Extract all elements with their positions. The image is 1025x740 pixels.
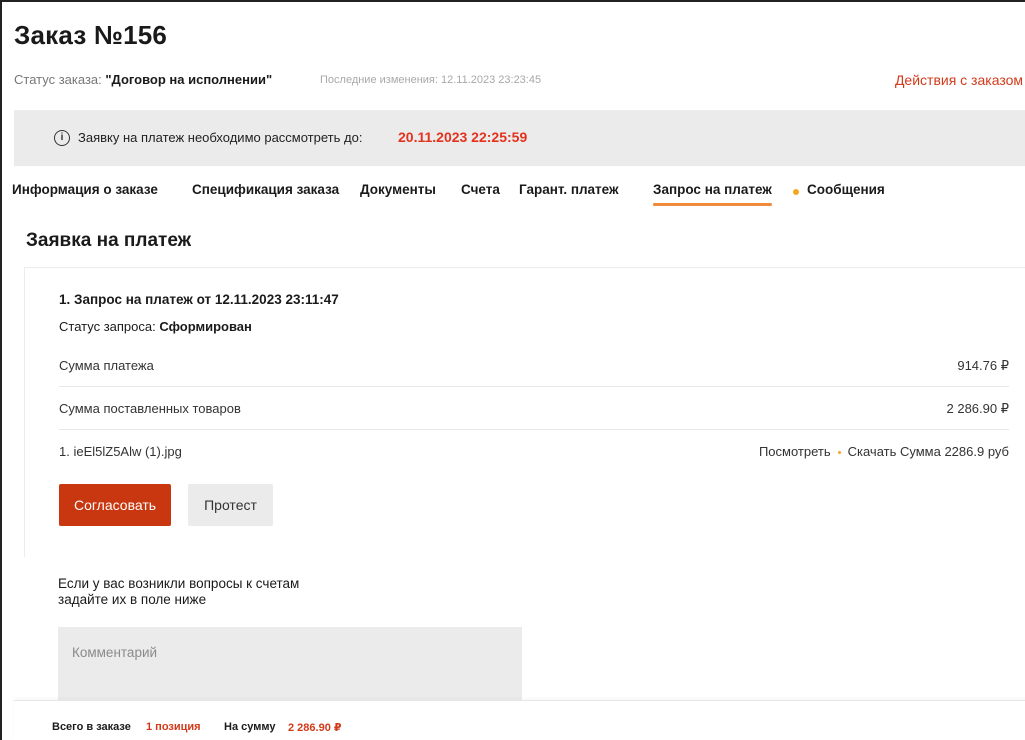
tab-documents[interactable]: Документы xyxy=(360,182,436,197)
separator-dot-icon xyxy=(837,451,841,455)
questions-hint: Если у вас возникли вопросы к счетам зад… xyxy=(58,576,358,608)
deadline-notice: i Заявку на платеж необходимо рассмотрет… xyxy=(14,110,1025,166)
file-row: 1. ieEl5lZ5Alw (1).jpg Посмотреть Скачать… xyxy=(59,430,1009,473)
order-status: Статус заказа: "Договор на исполнении" xyxy=(14,72,272,87)
payment-sum-row: Сумма платежа 914.76 ₽ xyxy=(59,344,1009,387)
last-changes: Последние изменения: 12.11.2023 23:23:45 xyxy=(320,74,541,86)
payment-sum-label: Сумма платежа xyxy=(59,358,154,373)
delivered-sum-label: Сумма поставленных товаров xyxy=(59,401,241,416)
questions-hint-line2: задайте их в поле ниже xyxy=(58,592,207,607)
section-title: Заявка на платеж xyxy=(26,230,192,251)
order-status-label: Статус заказа: xyxy=(14,72,106,87)
order-status-value: "Договор на исполнении" xyxy=(105,72,273,87)
questions-hint-line1: Если у вас возникли вопросы к счетам xyxy=(58,576,300,591)
order-tabs: Информация о заказе Спецификация заказа … xyxy=(2,172,1025,212)
last-changes-value: 12.11.2023 23:23:45 xyxy=(440,74,542,86)
messages-indicator-dot xyxy=(793,189,799,195)
sum-value: 2 286.90 ₽ xyxy=(288,722,342,734)
page-title: Заказ №156 xyxy=(14,20,168,50)
tab-invoices[interactable]: Счета xyxy=(461,182,500,197)
tab-guarantee-payment[interactable]: Гарант. платеж xyxy=(519,182,619,197)
request-status-value: Сформирован xyxy=(159,319,252,334)
sum-label: На сумму xyxy=(224,721,276,733)
request-status-label: Статус запроса: xyxy=(59,319,160,334)
view-file-link[interactable]: Посмотреть xyxy=(759,444,831,459)
payment-request-card: 1. Запрос на платеж от 12.11.2023 23:11:… xyxy=(24,267,1025,557)
tab-order-info[interactable]: Информация о заказе xyxy=(12,182,158,197)
delivered-sum-value: 2 286.90 ₽ xyxy=(946,401,1010,416)
info-icon: i xyxy=(54,130,70,146)
approve-button[interactable]: Согласовать xyxy=(59,484,171,526)
payment-sum-value: 914.76 ₽ xyxy=(957,358,1009,373)
tab-messages[interactable]: Сообщения xyxy=(807,182,885,197)
protest-button[interactable]: Протест xyxy=(188,484,273,526)
notice-deadline: 20.11.2023 22:25:59 xyxy=(398,129,528,145)
notice-text: Заявку на платеж необходимо рассмотреть … xyxy=(78,130,363,145)
order-actions-link[interactable]: Действия с заказом xyxy=(895,72,1023,88)
order-page: Заказ №156 Статус заказа: "Договор на ис… xyxy=(0,0,1025,740)
order-summary-footer: Всего в заказе 1 позиция На сумму 2 286.… xyxy=(14,700,1025,740)
file-actions: Посмотреть Скачать Сумма 2286.9 руб xyxy=(759,444,1009,459)
request-title: 1. Запрос на платеж от 12.11.2023 23:11:… xyxy=(59,292,339,307)
file-name: 1. ieEl5lZ5Alw (1).jpg xyxy=(59,444,182,459)
file-sum: Сумма 2286.9 руб xyxy=(899,444,1009,459)
tab-payment-request[interactable]: Запрос на платеж xyxy=(653,182,772,206)
total-value: 1 позиция xyxy=(146,721,201,733)
download-file-link[interactable]: Скачать xyxy=(848,444,897,459)
delivered-sum-row: Сумма поставленных товаров 2 286.90 ₽ xyxy=(59,387,1009,430)
request-status: Статус запроса: Сформирован xyxy=(59,319,252,334)
last-changes-label: Последние изменения: xyxy=(320,74,441,86)
comment-input[interactable] xyxy=(58,627,522,702)
tab-specification[interactable]: Спецификация заказа xyxy=(192,182,339,197)
total-label: Всего в заказе xyxy=(52,721,131,733)
